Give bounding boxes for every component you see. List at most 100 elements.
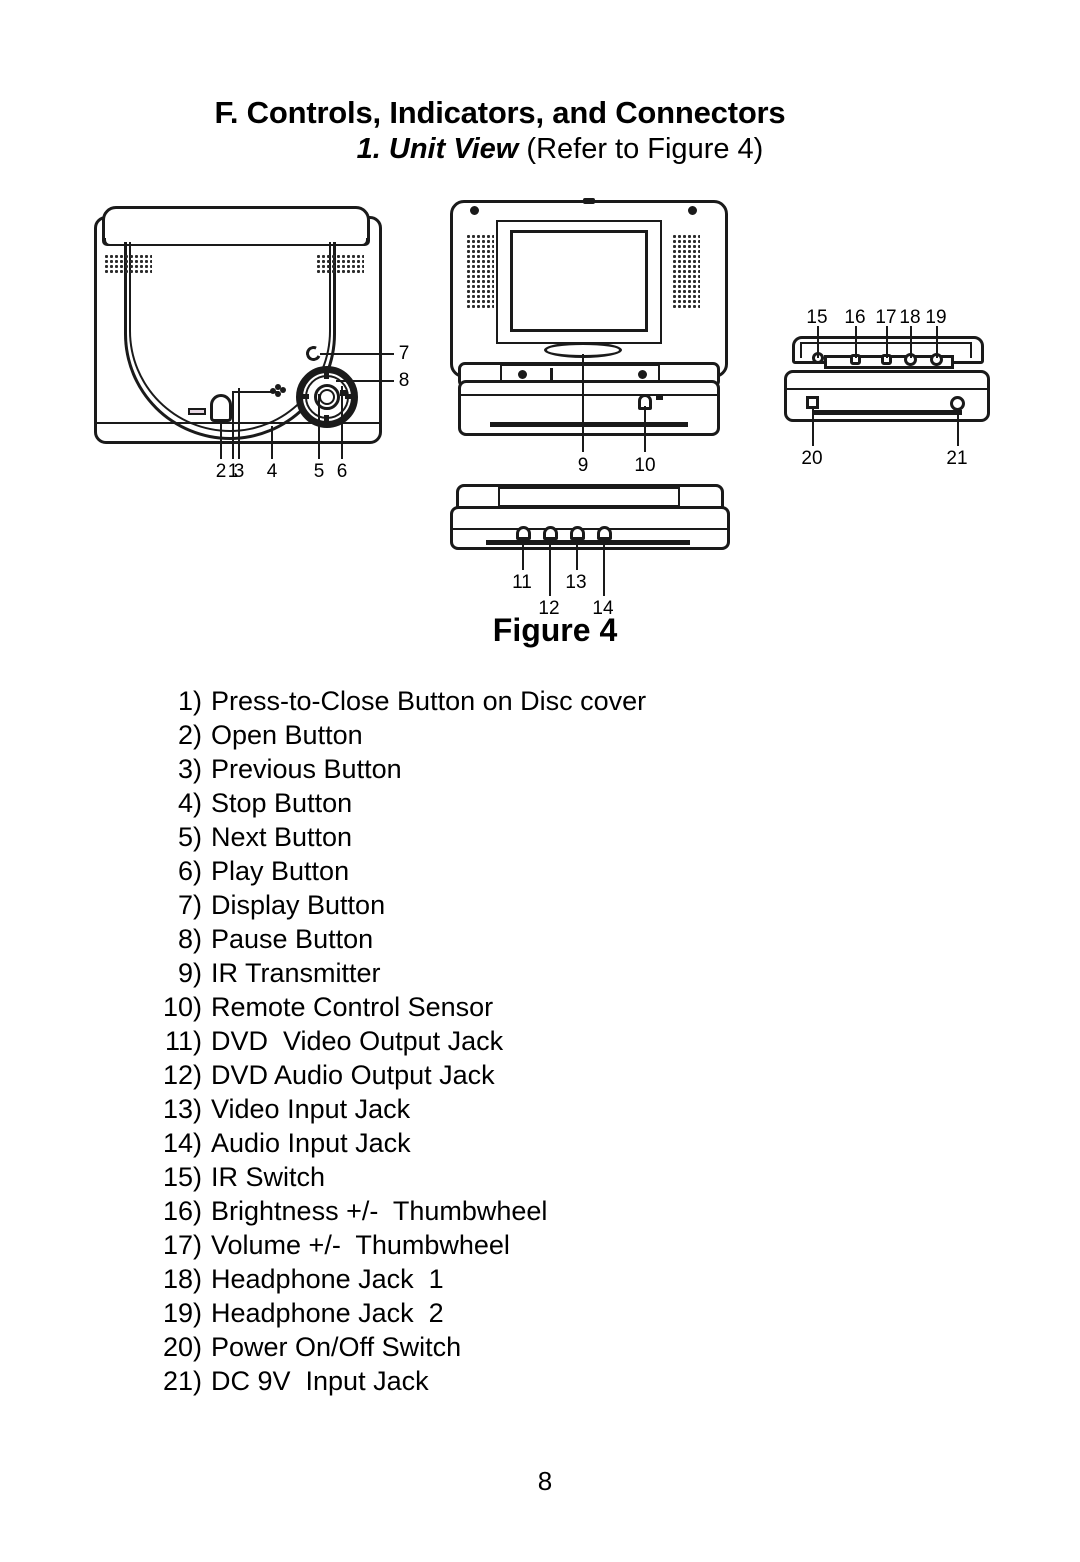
legend-item: 15) IR Switch bbox=[0, 1160, 1080, 1194]
dvd-audio-output-jack-icon bbox=[543, 526, 558, 540]
callout-6: 6 bbox=[336, 461, 348, 482]
legend-item-number: 13) bbox=[162, 1094, 202, 1124]
unit-body-seam bbox=[452, 528, 728, 530]
legend-item-number: 15) bbox=[162, 1162, 202, 1192]
legend-item: 13) Video Input Jack bbox=[0, 1092, 1080, 1126]
legend-item-number: 17) bbox=[162, 1230, 202, 1260]
legend-item-label: Play Button bbox=[211, 856, 350, 886]
lid-screw-left bbox=[470, 206, 479, 215]
legend-item: 19) Headphone Jack 2 bbox=[0, 1296, 1080, 1330]
legend-item-label: Remote Control Sensor bbox=[211, 992, 494, 1022]
leader-6 bbox=[341, 386, 343, 459]
legend-item-label: DVD Audio Output Jack bbox=[211, 1060, 495, 1090]
callout-16: 16 bbox=[844, 307, 866, 328]
right-side-view: 15 16 17 18 19 20 21 bbox=[778, 308, 998, 488]
cover-latch-tab bbox=[188, 408, 206, 415]
legend-item-label: Next Button bbox=[211, 822, 353, 852]
legend-item-number: 12) bbox=[162, 1060, 202, 1090]
controls-legend-list: 1) Press-to-Close Button on Disc cover 2) O… bbox=[0, 684, 1080, 1398]
folded-lid-inner bbox=[498, 487, 680, 507]
callout-4: 4 bbox=[266, 461, 278, 482]
legend-item-number: 11) bbox=[164, 1026, 202, 1056]
callout-17: 17 bbox=[875, 307, 897, 328]
leader-18 bbox=[910, 326, 912, 358]
legend-item: 17) Volume +/- Thumbwheel bbox=[0, 1228, 1080, 1262]
nav-spoke-top bbox=[324, 369, 329, 379]
leader-7-horizontal bbox=[320, 353, 394, 355]
legend-item-label: Brightness +/- Thumbwheel bbox=[211, 1196, 548, 1226]
navigation-ring-control[interactable] bbox=[296, 366, 358, 428]
figure-caption: Figure 4 bbox=[492, 612, 618, 648]
legend-item-label: Stop Button bbox=[211, 788, 353, 818]
speaker-grille-right-icon bbox=[672, 234, 700, 308]
legend-item-number: 19) bbox=[162, 1298, 202, 1328]
leader-15 bbox=[817, 326, 819, 358]
legend-item: 3) Previous Button bbox=[0, 752, 1080, 786]
rear-jacks-view: 11 12 13 14 bbox=[440, 478, 740, 618]
disc-cover-view: 1 2 3 4 5 6 7 8 bbox=[88, 198, 418, 488]
legend-item-label: Open Button bbox=[211, 720, 363, 750]
leader-1 bbox=[232, 391, 234, 459]
legend-item-number: 9) bbox=[177, 958, 202, 988]
leader-12 bbox=[549, 540, 551, 596]
subsection-title-reference: (Refer to Figure 4) bbox=[526, 132, 764, 165]
open-button-icon[interactable] bbox=[210, 394, 232, 422]
leader-9 bbox=[582, 354, 584, 452]
remote-sensor-marker bbox=[656, 394, 663, 400]
legend-item-label: Headphone Jack 2 bbox=[211, 1298, 444, 1328]
legend-item-number: 8) bbox=[177, 924, 202, 954]
legend-item-label: DC 9V Input Jack bbox=[211, 1366, 429, 1396]
legend-item: 11) DVD Video Output Jack bbox=[0, 1024, 1080, 1058]
callout-5: 5 bbox=[313, 461, 325, 482]
page-heading-block: F. Controls, Indicators, and Connectors … bbox=[0, 95, 1080, 165]
leader-11 bbox=[522, 540, 524, 570]
legend-item: 2) Open Button bbox=[0, 718, 1080, 752]
callout-15: 15 bbox=[806, 307, 828, 328]
leader-1-stub bbox=[277, 391, 279, 395]
callout-21: 21 bbox=[946, 448, 968, 469]
leader-14 bbox=[603, 540, 605, 596]
callout-20: 20 bbox=[801, 448, 823, 469]
legend-item-label: Press-to-Close Button on Disc cover bbox=[211, 686, 647, 716]
callout-7: 7 bbox=[398, 343, 410, 364]
unit-base-seam bbox=[460, 394, 718, 396]
legend-item-label: Video Input Jack bbox=[211, 1094, 411, 1124]
callout-13: 13 bbox=[565, 572, 587, 593]
legend-item-label: Volume +/- Thumbwheel bbox=[211, 1230, 510, 1260]
audio-input-jack-icon bbox=[597, 526, 612, 540]
lid-top-notch bbox=[583, 198, 595, 204]
legend-item: 6) Play Button bbox=[0, 854, 1080, 888]
legend-item-number: 14) bbox=[162, 1128, 202, 1158]
legend-item-number: 4) bbox=[177, 788, 202, 818]
unit-base-strip bbox=[812, 410, 962, 415]
legend-item-label: Pause Button bbox=[211, 924, 374, 954]
callout-3: 3 bbox=[233, 461, 245, 482]
unit-base-strip bbox=[490, 422, 688, 427]
speaker-grille-right-icon bbox=[316, 254, 364, 274]
legend-item-label: Power On/Off Switch bbox=[211, 1332, 462, 1362]
legend-item-number: 5) bbox=[177, 822, 202, 852]
legend-item: 10) Remote Control Sensor bbox=[0, 990, 1080, 1024]
legend-item-label: Previous Button bbox=[211, 754, 402, 784]
legend-item-label: Headphone Jack 1 bbox=[211, 1264, 444, 1294]
callout-19: 19 bbox=[925, 307, 947, 328]
video-input-jack-icon bbox=[570, 526, 585, 540]
legend-item-number: 2) bbox=[177, 720, 202, 750]
legend-item-number: 3) bbox=[177, 754, 202, 784]
legend-item: 18) Headphone Jack 1 bbox=[0, 1262, 1080, 1296]
leader-10 bbox=[644, 406, 646, 452]
leader-20 bbox=[812, 408, 814, 446]
legend-item-number: 10) bbox=[162, 992, 202, 1022]
legend-item-number: 6) bbox=[177, 856, 202, 886]
legend-item-label: Display Button bbox=[211, 890, 386, 920]
leader-3 bbox=[238, 388, 240, 459]
subsection-title-emphasis: 1. Unit View bbox=[356, 132, 519, 165]
leader-5 bbox=[318, 394, 320, 459]
page-number: 8 bbox=[537, 1466, 553, 1496]
legend-item-label: DVD Video Output Jack bbox=[211, 1026, 504, 1056]
leader-19 bbox=[936, 326, 938, 358]
leader-8-horizontal bbox=[336, 380, 394, 382]
legend-item: 9) IR Transmitter bbox=[0, 956, 1080, 990]
leader-21 bbox=[957, 410, 959, 446]
callout-11: 11 bbox=[512, 572, 532, 593]
